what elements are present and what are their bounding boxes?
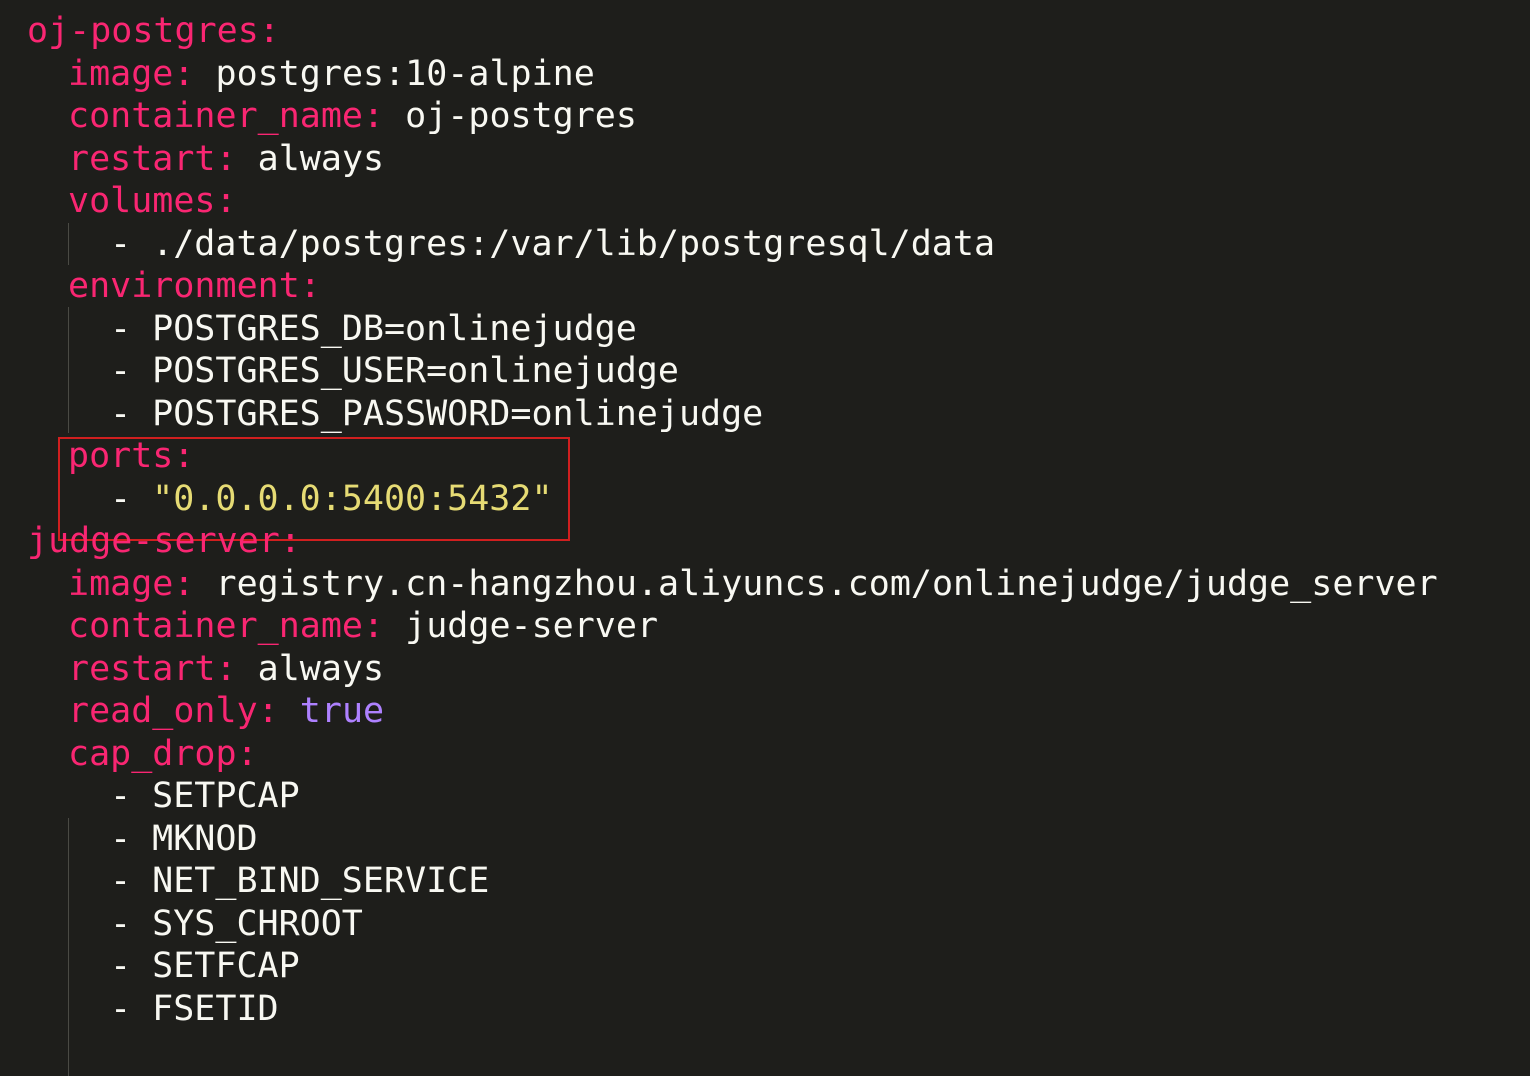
yaml-boolean-value: true (299, 691, 385, 731)
code-line[interactable]: - SETFCAP (110, 945, 300, 987)
yaml-key: volumes: (68, 181, 237, 221)
yaml-key: read_only: (68, 691, 279, 731)
code-line[interactable]: - POSTGRES_USER=onlinejudge (110, 350, 679, 392)
yaml-string-item: "0.0.0.0:5400:5432" (152, 478, 553, 519)
yaml-list-item: SETPCAP (152, 776, 300, 816)
code-line[interactable]: volumes: (68, 180, 237, 222)
yaml-value: always (257, 648, 385, 689)
code-line[interactable]: restart: always (68, 648, 384, 690)
code-line[interactable]: container_name: judge-server (68, 605, 658, 647)
yaml-list-item: POSTGRES_DB=onlinejudge (152, 308, 637, 349)
code-line[interactable]: - ./data/postgres:/var/lib/postgresql/da… (110, 223, 995, 265)
code-line[interactable]: read_only: true (68, 690, 384, 732)
yaml-key: cap_drop: (68, 733, 258, 774)
yaml-key: oj-postgres: (27, 11, 280, 51)
yaml-key: environment: (68, 266, 321, 306)
yaml-key: image: (68, 53, 195, 94)
code-editor[interactable]: oj-postgres: image: postgres:10-alpine con… (0, 0, 1530, 1076)
yaml-key: container_name: (68, 96, 385, 136)
indent-guide-volumes (68, 223, 69, 265)
yaml-list-item: NET_BIND_SERVICE (152, 861, 490, 901)
yaml-key: image: (68, 563, 195, 604)
list-dash: - (110, 308, 132, 349)
list-dash: - (110, 776, 132, 816)
yaml-list-item: ./data/postgres:/var/lib/postgresql/data (152, 223, 996, 264)
yaml-list-item: POSTGRES_PASSWORD=onlinejudge (152, 393, 764, 434)
yaml-value: always (257, 138, 385, 179)
code-line[interactable]: image: postgres:10-alpine (68, 53, 595, 95)
yaml-key: restart: (68, 648, 237, 689)
yaml-key: judge-server: (27, 521, 301, 561)
list-dash: - (110, 223, 132, 264)
code-line[interactable]: environment: (68, 265, 321, 307)
code-line[interactable]: - POSTGRES_DB=onlinejudge (110, 308, 637, 350)
list-dash: - (110, 988, 132, 1029)
indent-guide-environment (68, 307, 69, 433)
yaml-value: postgres:10-alpine (215, 53, 595, 94)
list-dash: - (110, 903, 132, 944)
yaml-list-item: POSTGRES_USER=onlinejudge (152, 351, 679, 391)
yaml-value: judge-server (405, 606, 659, 646)
yaml-key: restart: (68, 138, 237, 179)
code-line[interactable]: - MKNOD (110, 818, 258, 860)
yaml-list-item: SYS_CHROOT (152, 903, 363, 944)
yaml-key: container_name: (68, 606, 385, 646)
list-dash: - (110, 478, 132, 519)
yaml-list-item: SETFCAP (152, 946, 300, 986)
yaml-value: registry.cn-hangzhou.aliyuncs.com/online… (215, 563, 1438, 604)
code-line[interactable]: cap_drop: (68, 733, 258, 775)
code-line[interactable]: ports: (68, 435, 194, 477)
list-dash: - (110, 818, 132, 859)
code-line[interactable]: judge-server: (27, 520, 301, 562)
code-line[interactable]: oj-postgres: (27, 10, 280, 52)
code-line[interactable]: - "0.0.0.0:5400:5432" (110, 478, 553, 520)
code-line[interactable]: image: registry.cn-hangzhou.aliyuncs.com… (68, 563, 1438, 605)
code-line[interactable]: - FSETID (110, 988, 279, 1030)
yaml-key: ports: (68, 436, 195, 476)
code-line[interactable]: restart: always (68, 138, 384, 180)
list-dash: - (110, 351, 132, 391)
list-dash: - (110, 861, 132, 901)
code-line[interactable]: - POSTGRES_PASSWORD=onlinejudge (110, 393, 763, 435)
indent-guide-cap-drop (68, 818, 69, 1076)
list-dash: - (110, 393, 132, 434)
yaml-value: oj-postgres (405, 96, 637, 136)
code-line[interactable]: container_name: oj-postgres (68, 95, 637, 137)
list-dash: - (110, 946, 132, 986)
code-line[interactable]: - SETPCAP (110, 775, 300, 817)
code-line[interactable]: - SYS_CHROOT (110, 903, 363, 945)
yaml-list-item: MKNOD (152, 818, 258, 859)
yaml-list-item: FSETID (152, 988, 279, 1029)
code-line[interactable]: - NET_BIND_SERVICE (110, 860, 489, 902)
